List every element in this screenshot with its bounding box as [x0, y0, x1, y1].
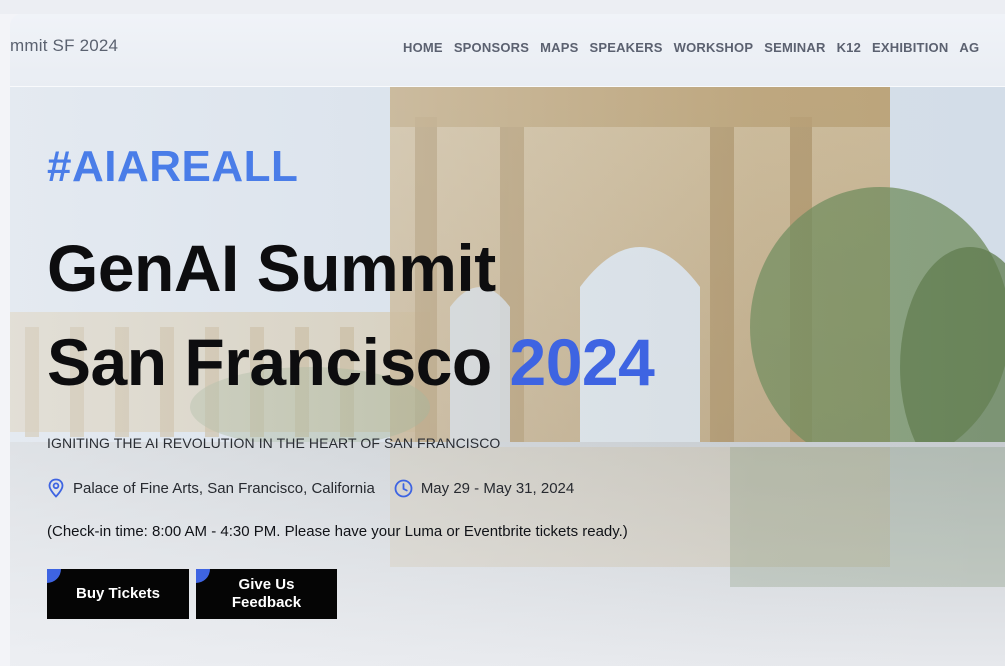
event-title-line2: San Francisco 2024: [47, 329, 655, 395]
buy-tickets-label: Buy Tickets: [76, 585, 160, 602]
tagline: IGNITING THE AI REVOLUTION IN THE HEART …: [47, 435, 501, 451]
nav-exhibition[interactable]: EXHIBITION: [872, 40, 948, 55]
hashtag: #AIAREALL: [47, 142, 299, 191]
nav-home[interactable]: HOME: [403, 40, 443, 55]
site-title[interactable]: mmit SF 2024: [10, 36, 118, 56]
hero-section: #AIAREALL GenAI Summit San Francisco 202…: [10, 87, 1005, 666]
nav-maps[interactable]: MAPS: [540, 40, 578, 55]
feedback-label: Give Us Feedback: [232, 576, 301, 612]
event-dates: May 29 - May 31, 2024: [420, 479, 575, 497]
feedback-button[interactable]: Give Us Feedback: [196, 569, 337, 619]
buy-tickets-button[interactable]: Buy Tickets: [47, 569, 189, 619]
nav-sponsors[interactable]: SPONSORS: [454, 40, 529, 55]
event-title-year: 2024: [509, 325, 655, 399]
nav-agenda[interactable]: AG: [959, 40, 979, 55]
feedback-label-line1: Give Us: [238, 576, 295, 593]
nav-links: HOME SPONSORS MAPS SPEAKERS WORKSHOP SEM…: [403, 40, 979, 55]
event-title-line1: GenAI Summit: [47, 231, 496, 305]
site-navbar: mmit SF 2024 HOME SPONSORS MAPS SPEAKERS…: [10, 14, 1005, 87]
nav-workshop[interactable]: WORKSHOP: [674, 40, 754, 55]
checkin-note: (Check-in time: 8:00 AM - 4:30 PM. Pleas…: [47, 523, 628, 540]
event-location: Palace of Fine Arts, San Francisco, Cali…: [73, 479, 375, 497]
feedback-label-line2: Feedback: [231, 594, 302, 611]
nav-speakers[interactable]: SPEAKERS: [589, 40, 662, 55]
clock-icon: [394, 479, 413, 497]
nav-seminar[interactable]: SEMINAR: [764, 40, 825, 55]
page: mmit SF 2024 HOME SPONSORS MAPS SPEAKERS…: [0, 0, 1005, 666]
browser-top-strip: [0, 0, 1005, 14]
event-title-city: San Francisco: [47, 325, 510, 399]
event-info-row: Palace of Fine Arts, San Francisco, Cali…: [47, 478, 574, 498]
nav-k12[interactable]: K12: [837, 40, 861, 55]
map-pin-icon: [48, 478, 64, 498]
